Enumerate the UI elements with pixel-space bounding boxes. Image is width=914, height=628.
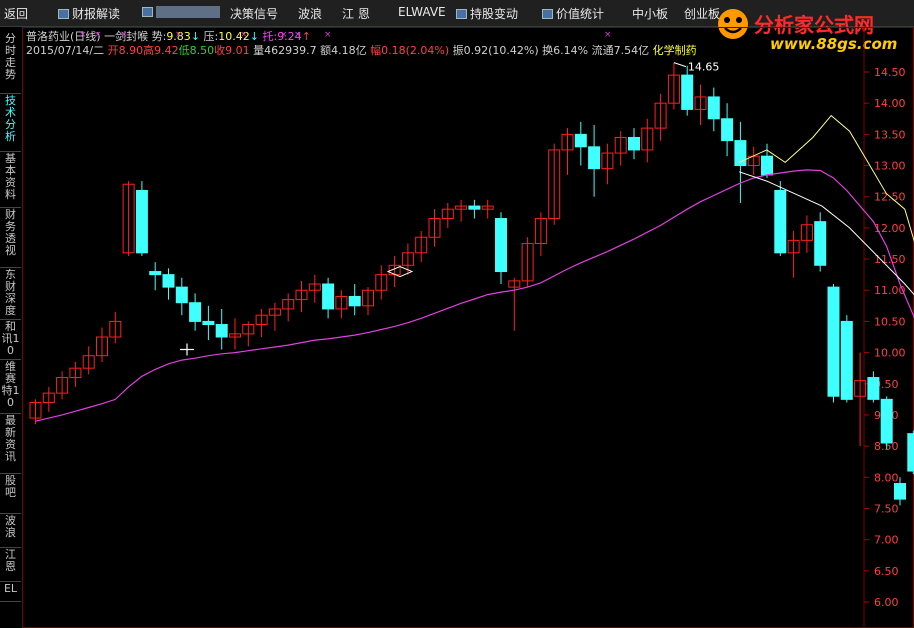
high-pointer <box>673 62 687 68</box>
toolbar-item-8[interactable]: 价值统计 <box>542 5 604 22</box>
y-tick-label: 13.00 <box>874 160 906 173</box>
y-tick-label: 12.50 <box>874 191 906 204</box>
sidebar-item-1[interactable]: 技术分析 <box>0 93 21 152</box>
window-icon <box>58 9 69 19</box>
candle-body[interactable] <box>707 96 720 120</box>
y-tick-label: 7.50 <box>874 502 899 515</box>
window-icon <box>456 9 467 19</box>
signal-marker: × <box>120 30 128 40</box>
sidebar-item-5[interactable]: 和讯10 <box>0 319 21 360</box>
candle-body[interactable] <box>867 377 880 400</box>
candle-body[interactable] <box>574 133 587 148</box>
candle-body[interactable] <box>774 189 787 254</box>
candle-body[interactable] <box>189 302 202 322</box>
sidebar-item-10[interactable]: 江恩 <box>0 547 21 582</box>
candle-body[interactable] <box>135 189 148 254</box>
candle-body[interactable] <box>894 483 906 500</box>
signal-marker: × <box>94 30 102 40</box>
left-sidebar: 分时走势 技术分析 基本资料 财务透视 东财深度 和讯10 维赛特10 最新资讯 股吧 波浪 江恩 E… <box>0 27 23 628</box>
candlestick-chart[interactable]: 14.5014.0013.5013.0012.5012.0011.5011.00… <box>22 27 914 628</box>
candle-body[interactable] <box>761 155 773 176</box>
signal-marker: × <box>604 30 612 40</box>
y-tick-label: 12.00 <box>874 222 906 235</box>
sidebar-item-3[interactable]: 财务透视 <box>0 207 21 268</box>
candle-body[interactable] <box>721 118 734 142</box>
signal-marker: × <box>324 30 332 40</box>
toolbar-item-3[interactable]: 决策信号 <box>230 5 278 22</box>
candle-body[interactable] <box>162 274 175 288</box>
toolbar-selected-field <box>156 6 220 18</box>
candle-body[interactable] <box>202 320 215 326</box>
candle-body[interactable] <box>468 205 481 210</box>
candle-body[interactable] <box>175 286 188 304</box>
toolbar-item-7[interactable]: 持股变动 <box>456 5 518 22</box>
y-tick-label: 14.00 <box>874 97 906 110</box>
candle-body[interactable] <box>880 398 893 444</box>
sidebar-item-9[interactable]: 波浪 <box>0 513 21 548</box>
sidebar-item-4[interactable]: 东财深度 <box>0 267 21 320</box>
sidebar-item-0[interactable]: 分时走势 <box>0 31 21 94</box>
toolbar-item-0[interactable]: 返回 <box>4 5 28 22</box>
candle-body[interactable] <box>681 74 694 110</box>
sidebar-item-8[interactable]: 股吧 <box>0 473 21 514</box>
y-tick-label: 6.00 <box>874 596 899 609</box>
signal-marker: × <box>175 30 183 40</box>
toolbar-item-6[interactable]: ELWAVE <box>398 5 446 19</box>
signal-marker: × <box>294 30 302 40</box>
y-tick-label: 7.00 <box>874 534 899 547</box>
signal-marker: × <box>280 30 288 40</box>
chart-frame <box>22 27 914 628</box>
candle-body[interactable] <box>814 221 827 266</box>
candle-body[interactable] <box>215 324 228 338</box>
sidebar-item-7[interactable]: 最新资讯 <box>0 413 21 474</box>
candle-body[interactable] <box>840 320 853 400</box>
crosshair-mark <box>180 343 194 356</box>
toolbar-item-1[interactable]: 财报解读 <box>58 5 120 22</box>
window-icon <box>542 9 553 19</box>
candle-body[interactable] <box>628 136 640 151</box>
candle-body[interactable] <box>149 271 162 276</box>
signal-marker: × <box>240 30 248 40</box>
y-tick-label: 10.50 <box>874 315 906 328</box>
toolbar-item-5[interactable]: 江 恩 <box>342 5 370 22</box>
y-tick-label: 8.00 <box>874 471 899 484</box>
candle-body[interactable] <box>495 218 507 273</box>
sidebar-item-6[interactable]: 维赛特10 <box>0 359 21 414</box>
toolbar-item-9[interactable]: 中小板 <box>632 5 668 22</box>
candle-body[interactable] <box>322 283 335 310</box>
candle-body[interactable] <box>348 295 361 307</box>
y-tick-label: 10.00 <box>874 347 906 360</box>
y-tick-label: 13.50 <box>874 128 906 141</box>
signal-marker: × <box>79 30 87 40</box>
toolbar-item-2[interactable] <box>142 5 220 19</box>
y-tick-label: 14.50 <box>874 66 906 79</box>
candle-body[interactable] <box>588 146 601 170</box>
toolbar-item-4[interactable]: 波浪 <box>298 5 322 22</box>
high-label: 14.65 <box>688 61 720 74</box>
candle-body[interactable] <box>827 286 840 397</box>
candle-body[interactable] <box>907 433 914 472</box>
sidebar-item-2[interactable]: 基本资料 <box>0 151 21 208</box>
y-tick-label: 6.50 <box>874 565 899 578</box>
window-icon <box>142 7 153 17</box>
sidebar-item-11[interactable]: EL <box>0 581 21 602</box>
